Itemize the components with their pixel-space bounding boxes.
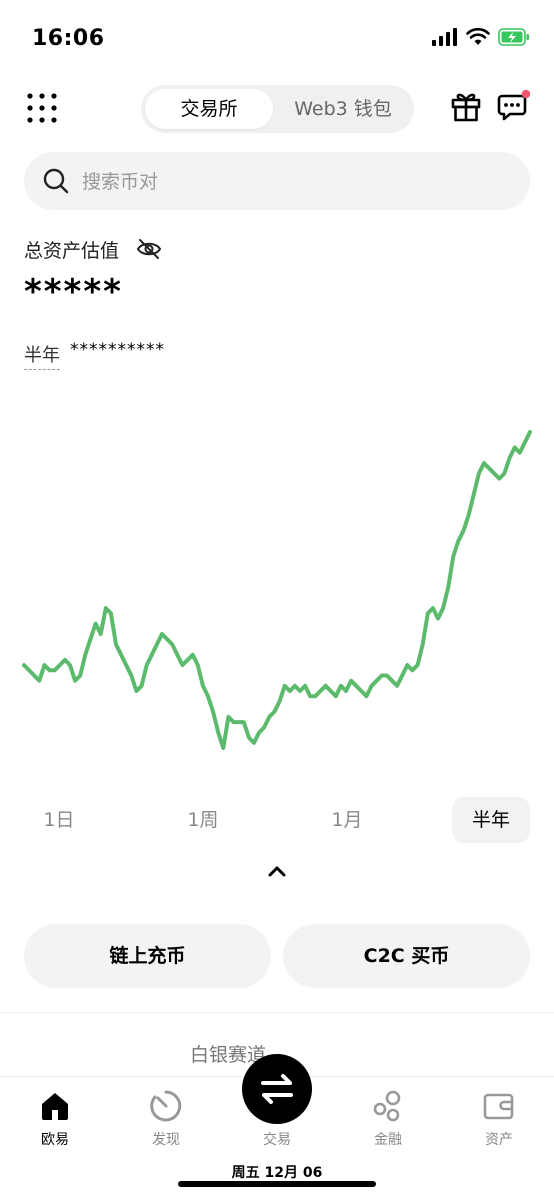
asset-trend-chart[interactable] bbox=[0, 380, 554, 780]
total-assets-value: ***** bbox=[24, 272, 123, 312]
range-tab-1m[interactable]: 1月 bbox=[308, 797, 386, 843]
c2c-buy-button[interactable]: C2C 买币 bbox=[283, 924, 530, 988]
tab-exchange[interactable]: 交易所 bbox=[145, 89, 273, 129]
nav-label-home: 欧易 bbox=[41, 1132, 69, 1148]
chevron-up-icon[interactable] bbox=[262, 860, 292, 882]
swap-icon bbox=[261, 1074, 293, 1104]
nav-label-trade: 交易 bbox=[263, 1132, 291, 1148]
range-tab-1w[interactable]: 1周 bbox=[164, 797, 242, 843]
pnl-period-label[interactable]: 半年 bbox=[24, 341, 60, 370]
earn-icon bbox=[373, 1090, 401, 1122]
eye-hidden-icon[interactable] bbox=[136, 236, 162, 262]
exchange-wallet-toggle: 交易所 Web3 钱包 bbox=[141, 85, 414, 133]
nav-label-discover: 发现 bbox=[152, 1132, 180, 1148]
divider bbox=[0, 1012, 554, 1013]
nav-item-home[interactable]: 欧易 bbox=[0, 1089, 110, 1149]
nav-item-assets[interactable]: 资产 bbox=[444, 1089, 554, 1149]
range-tab-1d[interactable]: 1日 bbox=[20, 797, 98, 843]
trade-fab-button[interactable] bbox=[242, 1054, 312, 1124]
nav-label-earn: 金融 bbox=[374, 1132, 402, 1148]
battery-charging-icon bbox=[498, 28, 529, 46]
nav-label-assets: 资产 bbox=[485, 1132, 513, 1148]
total-assets-label: 总资产估值 bbox=[24, 240, 120, 262]
chart-series-line bbox=[22, 430, 532, 750]
gift-icon[interactable] bbox=[450, 90, 482, 122]
bottom-date: 周五 12月 06 bbox=[231, 1165, 323, 1181]
onchain-deposit-button[interactable]: 链上充币 bbox=[24, 924, 271, 988]
wallet-icon bbox=[483, 1093, 514, 1120]
discover-icon bbox=[150, 1090, 182, 1122]
search-icon bbox=[43, 168, 69, 194]
status-time: 16:06 bbox=[32, 26, 105, 51]
status-icons bbox=[432, 28, 530, 46]
signal-icon bbox=[432, 28, 457, 46]
wifi-icon bbox=[466, 28, 490, 45]
nav-item-discover[interactable]: 发现 bbox=[111, 1089, 221, 1149]
home-icon bbox=[42, 1093, 68, 1120]
pnl-period-value: ********** bbox=[70, 340, 165, 360]
search-input[interactable] bbox=[80, 162, 504, 202]
notification-dot bbox=[521, 89, 531, 99]
tab-web3-wallet[interactable]: Web3 钱包 bbox=[277, 89, 409, 129]
range-tab-6m[interactable]: 半年 bbox=[452, 797, 530, 843]
grid-menu-icon[interactable] bbox=[26, 92, 58, 124]
nav-item-earn[interactable]: 金融 bbox=[333, 1089, 443, 1149]
message-icon[interactable] bbox=[497, 89, 531, 124]
home-indicator bbox=[178, 1181, 376, 1187]
search-bar[interactable] bbox=[24, 152, 530, 210]
